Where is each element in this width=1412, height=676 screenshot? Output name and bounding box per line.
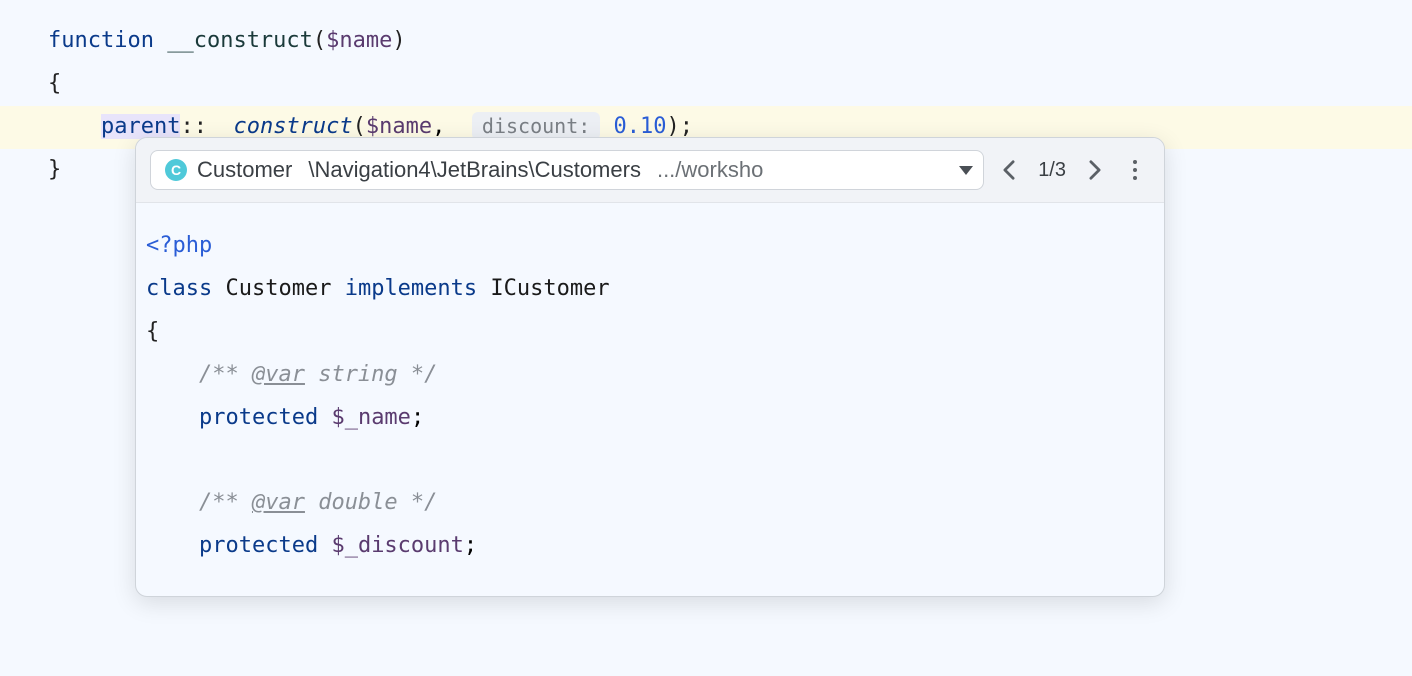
keyword-protected-1: protected	[199, 405, 318, 430]
function-name: __construct	[167, 28, 313, 53]
chevron-right-icon	[1088, 159, 1102, 181]
interface-identifier: ICustomer	[490, 276, 609, 301]
member-name-1: $_name	[331, 405, 410, 430]
popup-line-php: <?php	[146, 225, 1154, 268]
arg-discount: 0.10	[614, 114, 667, 139]
doc-comment-2: /** @var double */	[199, 490, 437, 515]
close-call: );	[667, 114, 694, 139]
indent	[48, 114, 101, 139]
param-name: $name	[326, 28, 392, 53]
class-identifier: Customer	[225, 276, 331, 301]
chevron-left-icon	[1002, 159, 1016, 181]
class-icon: C	[165, 159, 187, 181]
more-options-button[interactable]	[1120, 153, 1150, 187]
popup-line-open-brace: {	[146, 311, 1154, 354]
parameter-hint: discount:	[472, 112, 600, 140]
keyword-function: function	[48, 28, 154, 53]
code-line-2[interactable]: {	[48, 63, 1412, 106]
popup-line-class: class Customer implements ICustomer	[146, 268, 1154, 311]
breadcrumb-dropdown[interactable]: C Customer \Navigation4\JetBrains\Custom…	[150, 150, 984, 190]
breadcrumb-namespace: \Navigation4\JetBrains\Customers	[308, 157, 641, 183]
popup-line-member1: protected $_name;	[146, 397, 1154, 440]
keyword-implements: implements	[345, 276, 477, 301]
popup-line-doc2: /** @var double */	[146, 482, 1154, 525]
popup-line-blank	[146, 439, 1154, 482]
popup-line-doc1: /** @var string */	[146, 354, 1154, 397]
open-paren: (	[313, 28, 326, 53]
keyword-class: class	[146, 276, 212, 301]
open-brace: {	[48, 71, 61, 96]
php-open-tag: <?php	[146, 233, 212, 258]
popup-header: C Customer \Navigation4\JetBrains\Custom…	[136, 138, 1164, 203]
scope-operator: ::	[180, 114, 207, 139]
kebab-icon	[1133, 160, 1137, 180]
comma: ,	[432, 114, 445, 139]
prev-button[interactable]	[994, 153, 1024, 187]
close-paren: )	[392, 28, 405, 53]
parent-reference: parent	[101, 114, 180, 139]
doc-comment-1: /** @var string */	[199, 362, 437, 387]
quick-definition-popup: C Customer \Navigation4\JetBrains\Custom…	[135, 137, 1165, 597]
nav-counter: 1/3	[1034, 159, 1070, 182]
construct-call: __construct	[207, 114, 353, 139]
breadcrumb-path: .../worksho	[657, 157, 763, 183]
member-name-2: $_discount	[331, 533, 463, 558]
chevron-down-icon	[959, 166, 973, 175]
next-button[interactable]	[1080, 153, 1110, 187]
code-line-1[interactable]: function __construct($name)	[48, 20, 1412, 63]
close-brace: }	[48, 157, 61, 182]
arg-name: $name	[366, 114, 432, 139]
popup-line-member2: protected $_discount;	[146, 525, 1154, 568]
popup-body[interactable]: <?php class Customer implements ICustome…	[136, 203, 1164, 596]
keyword-protected-2: protected	[199, 533, 318, 558]
open-paren-2: (	[353, 114, 366, 139]
breadcrumb-class-name: Customer	[197, 157, 292, 183]
